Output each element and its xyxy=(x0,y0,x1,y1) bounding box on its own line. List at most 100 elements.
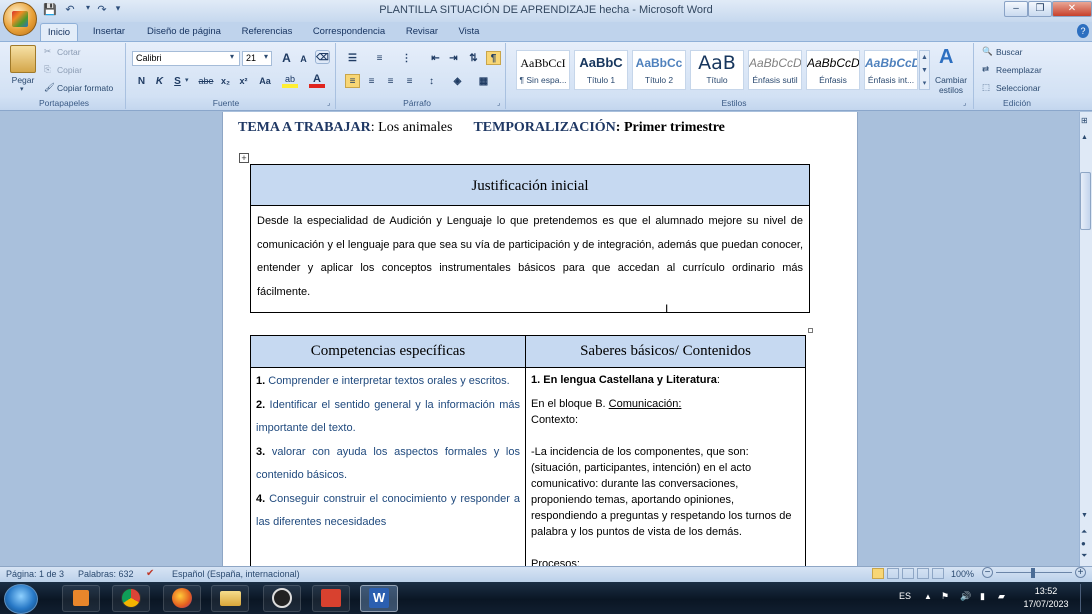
scroll-down-icon[interactable]: ▼ xyxy=(1081,512,1088,519)
scroll-thumb[interactable] xyxy=(1080,172,1091,230)
show-desktop-button[interactable] xyxy=(1080,584,1090,612)
borders-icon[interactable]: ▦ xyxy=(476,74,491,88)
shrink-font-button[interactable]: A xyxy=(296,52,311,66)
proofing-icon[interactable]: ✔ xyxy=(146,568,154,579)
grow-font-button[interactable]: A xyxy=(279,51,294,65)
scroll-up-icon[interactable]: ▲ xyxy=(1081,134,1088,141)
format-painter-button[interactable]: Copiar formato xyxy=(57,83,113,93)
browse-object-icon[interactable]: ● xyxy=(1081,539,1086,548)
strikethrough-button[interactable]: abe xyxy=(196,74,216,88)
action-center-icon[interactable]: ⚑ xyxy=(941,591,949,602)
multilevel-list-icon[interactable]: ⋮ xyxy=(399,51,414,65)
justify-icon[interactable]: ≡ xyxy=(402,74,417,88)
tab-diseno-pagina[interactable]: Diseño de página xyxy=(140,23,228,41)
font-name-input[interactable]: Calibri xyxy=(132,51,240,66)
style-titulo-2[interactable]: AaBbCc Título 2 xyxy=(632,50,686,90)
language-status[interactable]: Español (España, internacional) xyxy=(172,569,300,579)
bold-button[interactable]: N xyxy=(134,74,149,88)
tab-correspondencia[interactable]: Correspondencia xyxy=(306,23,392,41)
align-right-icon[interactable]: ≡ xyxy=(383,74,398,88)
style-enfasis-intenso[interactable]: AaBbCcD Énfasis int... xyxy=(864,50,918,90)
close-button[interactable]: ✕ xyxy=(1052,1,1092,17)
cut-button[interactable]: Cortar xyxy=(57,47,81,57)
tab-revisar[interactable]: Revisar xyxy=(400,23,444,41)
style-enfasis[interactable]: AaBbCcD Énfasis xyxy=(806,50,860,90)
tab-insertar[interactable]: Insertar xyxy=(86,23,132,41)
word-count[interactable]: Palabras: 632 xyxy=(78,569,134,579)
next-page-icon[interactable]: ⏷ xyxy=(1081,551,1087,561)
find-button[interactable]: Buscar xyxy=(996,47,1022,57)
superscript-button[interactable]: x² xyxy=(236,74,251,88)
group-label-fuente: Fuente xyxy=(212,98,240,108)
change-case-button[interactable]: Aa xyxy=(256,74,274,88)
start-button[interactable] xyxy=(4,584,38,614)
volume-icon[interactable]: 🔊 xyxy=(960,591,971,602)
align-left-icon[interactable]: ≡ xyxy=(345,74,360,88)
saberes-header: Saberes básicos/ Contenidos xyxy=(525,335,806,368)
table-resize-handle-icon[interactable] xyxy=(808,328,813,333)
align-center-icon[interactable]: ≡ xyxy=(364,74,379,88)
line-spacing-icon[interactable]: ↕ xyxy=(424,74,439,88)
show-marks-icon[interactable]: ¶ xyxy=(486,51,501,65)
office-button[interactable] xyxy=(3,2,37,36)
sort-icon[interactable]: ⇅ xyxy=(466,51,481,65)
view-full-screen-icon[interactable] xyxy=(887,568,899,579)
table-move-handle-icon[interactable]: + xyxy=(239,153,249,163)
subscript-button[interactable]: x₂ xyxy=(218,74,233,88)
saberes-cell: 1. En lengua Castellana y Literatura: En… xyxy=(525,367,806,568)
zoom-in-icon[interactable]: + xyxy=(1075,567,1086,578)
view-print-layout-icon[interactable] xyxy=(872,568,884,579)
styles-scroll-icon[interactable]: ▲ ▼ ▾ xyxy=(919,50,930,90)
font-size-dropdown-icon[interactable]: ▾ xyxy=(264,52,268,61)
clock-time[interactable]: 13:52 xyxy=(1024,586,1068,596)
show-hidden-icons-icon[interactable]: ▲ xyxy=(924,592,932,601)
style-enfasis-sutil[interactable]: AaBbCcD Énfasis sutil xyxy=(748,50,802,90)
parrafo-dialog-launcher-icon[interactable]: ⌟ xyxy=(497,99,500,107)
estilos-dialog-launcher-icon[interactable]: ⌟ xyxy=(963,99,966,107)
maximize-button[interactable]: ❐ xyxy=(1028,1,1052,17)
input-language[interactable]: ES xyxy=(899,591,911,601)
highlight-icon[interactable]: ab xyxy=(282,74,298,88)
prev-page-icon[interactable]: ⏶ xyxy=(1081,527,1087,537)
select-button[interactable]: Seleccionar xyxy=(996,83,1040,93)
clock-date[interactable]: 17/07/2023 xyxy=(1020,599,1072,609)
italic-button[interactable]: K xyxy=(152,74,167,88)
font-color-icon[interactable]: A xyxy=(309,73,325,88)
network-icon[interactable]: ▮ xyxy=(980,591,985,602)
fuente-dialog-launcher-icon[interactable]: ⌟ xyxy=(327,99,330,107)
increase-indent-icon[interactable]: ⇥ xyxy=(446,51,461,65)
paste-dropdown-icon[interactable]: ▾ xyxy=(20,85,24,93)
view-draft-icon[interactable] xyxy=(932,568,944,579)
zoom-slider-thumb[interactable] xyxy=(1031,568,1035,578)
paste-button[interactable]: Pegar xyxy=(8,75,38,85)
change-styles-button[interactable]: Cambiar estilos xyxy=(930,75,972,95)
font-name-dropdown-icon[interactable]: ▾ xyxy=(230,52,234,61)
numbering-icon[interactable]: ≡ xyxy=(372,51,387,65)
decrease-indent-icon[interactable]: ⇤ xyxy=(428,51,443,65)
paste-icon[interactable] xyxy=(10,45,36,73)
style-sin-espaciado[interactable]: AaBbCcI ¶ Sin espa... xyxy=(516,50,570,90)
tab-inicio[interactable]: Inicio xyxy=(40,23,78,41)
view-outline-icon[interactable] xyxy=(917,568,929,579)
ruler-toggle-icon[interactable]: ⊞ xyxy=(1081,116,1088,125)
replace-button[interactable]: Reemplazar xyxy=(996,65,1042,75)
view-web-icon[interactable] xyxy=(902,568,914,579)
tab-vista[interactable]: Vista xyxy=(452,23,486,41)
page-count[interactable]: Página: 1 de 3 xyxy=(6,569,64,579)
underline-dropdown-icon[interactable]: ▾ xyxy=(185,76,189,84)
style-titulo-1[interactable]: AaBbC Título 1 xyxy=(574,50,628,90)
power-icon[interactable]: ▰ xyxy=(998,591,1005,602)
copy-button[interactable]: Copiar xyxy=(57,65,82,75)
shading-icon[interactable]: ◈ xyxy=(450,74,465,88)
clear-format-icon[interactable]: ⌫ xyxy=(315,50,330,64)
minimize-button[interactable]: – xyxy=(1004,1,1028,17)
bullets-icon[interactable]: ☰ xyxy=(345,51,360,65)
underline-button[interactable]: S xyxy=(170,74,185,88)
help-icon[interactable]: ? xyxy=(1077,24,1089,38)
document-page[interactable]: TEMA A TRABAJAR: Los animales TEMPORALIZ… xyxy=(222,112,858,568)
zoom-level[interactable]: 100% xyxy=(951,569,974,579)
tab-referencias[interactable]: Referencias xyxy=(236,23,298,41)
style-titulo[interactable]: AaB Título xyxy=(690,50,744,90)
zoom-out-icon[interactable]: − xyxy=(982,567,993,578)
change-styles-icon[interactable]: A xyxy=(939,46,953,69)
